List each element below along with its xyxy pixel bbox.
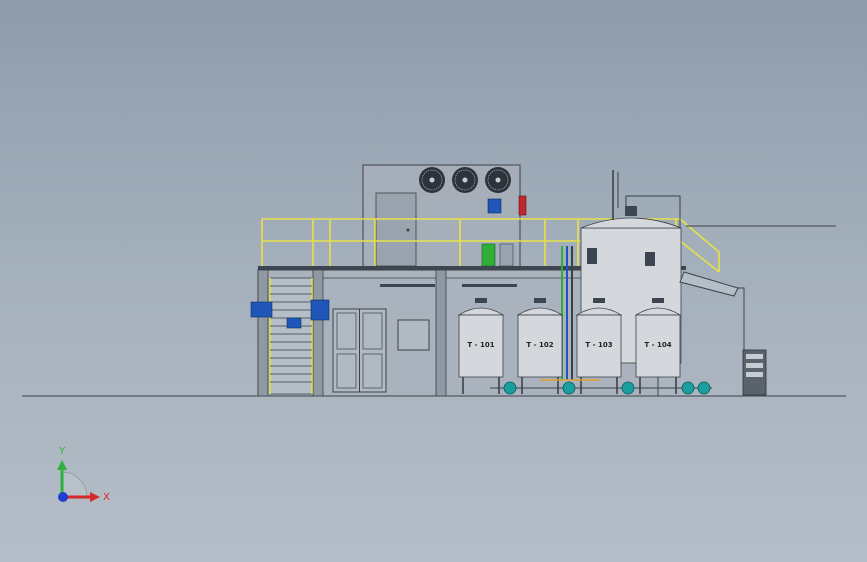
condenser-access-door xyxy=(375,192,417,267)
discharge-chute xyxy=(679,271,745,356)
pump-icon xyxy=(503,381,517,395)
tank-label: T - 103 xyxy=(585,341,612,349)
axis-triad: Y X xyxy=(57,446,110,503)
cad-viewport[interactable]: T - 101 T - 102 T - 103 T - 104 Y X xyxy=(0,0,867,562)
control-cabinet xyxy=(742,349,767,396)
double-door xyxy=(332,308,387,393)
blue-panel-right xyxy=(310,299,330,321)
green-unit xyxy=(481,243,496,267)
fan-icon xyxy=(419,167,445,193)
pump-icon xyxy=(562,381,576,395)
tank-label: T - 101 xyxy=(467,341,494,349)
x-axis-label: X xyxy=(103,492,110,503)
blue-panel-left xyxy=(250,301,273,318)
fan-icon xyxy=(485,167,511,193)
tank-label: T - 104 xyxy=(644,341,671,349)
plant-elevation-drawing: T - 101 T - 102 T - 103 T - 104 Y X xyxy=(22,164,846,503)
pump-icon xyxy=(697,381,711,395)
wall-window xyxy=(397,319,430,351)
fan-icon xyxy=(452,167,478,193)
pump-icon xyxy=(681,381,695,395)
pump-icon xyxy=(621,381,635,395)
electrical-panel-red xyxy=(518,195,527,216)
y-axis-label: Y xyxy=(58,446,66,457)
electrical-panel-blue xyxy=(487,198,502,214)
rooftop-condenser-unit xyxy=(362,164,527,268)
tank-label: T - 102 xyxy=(526,341,553,349)
